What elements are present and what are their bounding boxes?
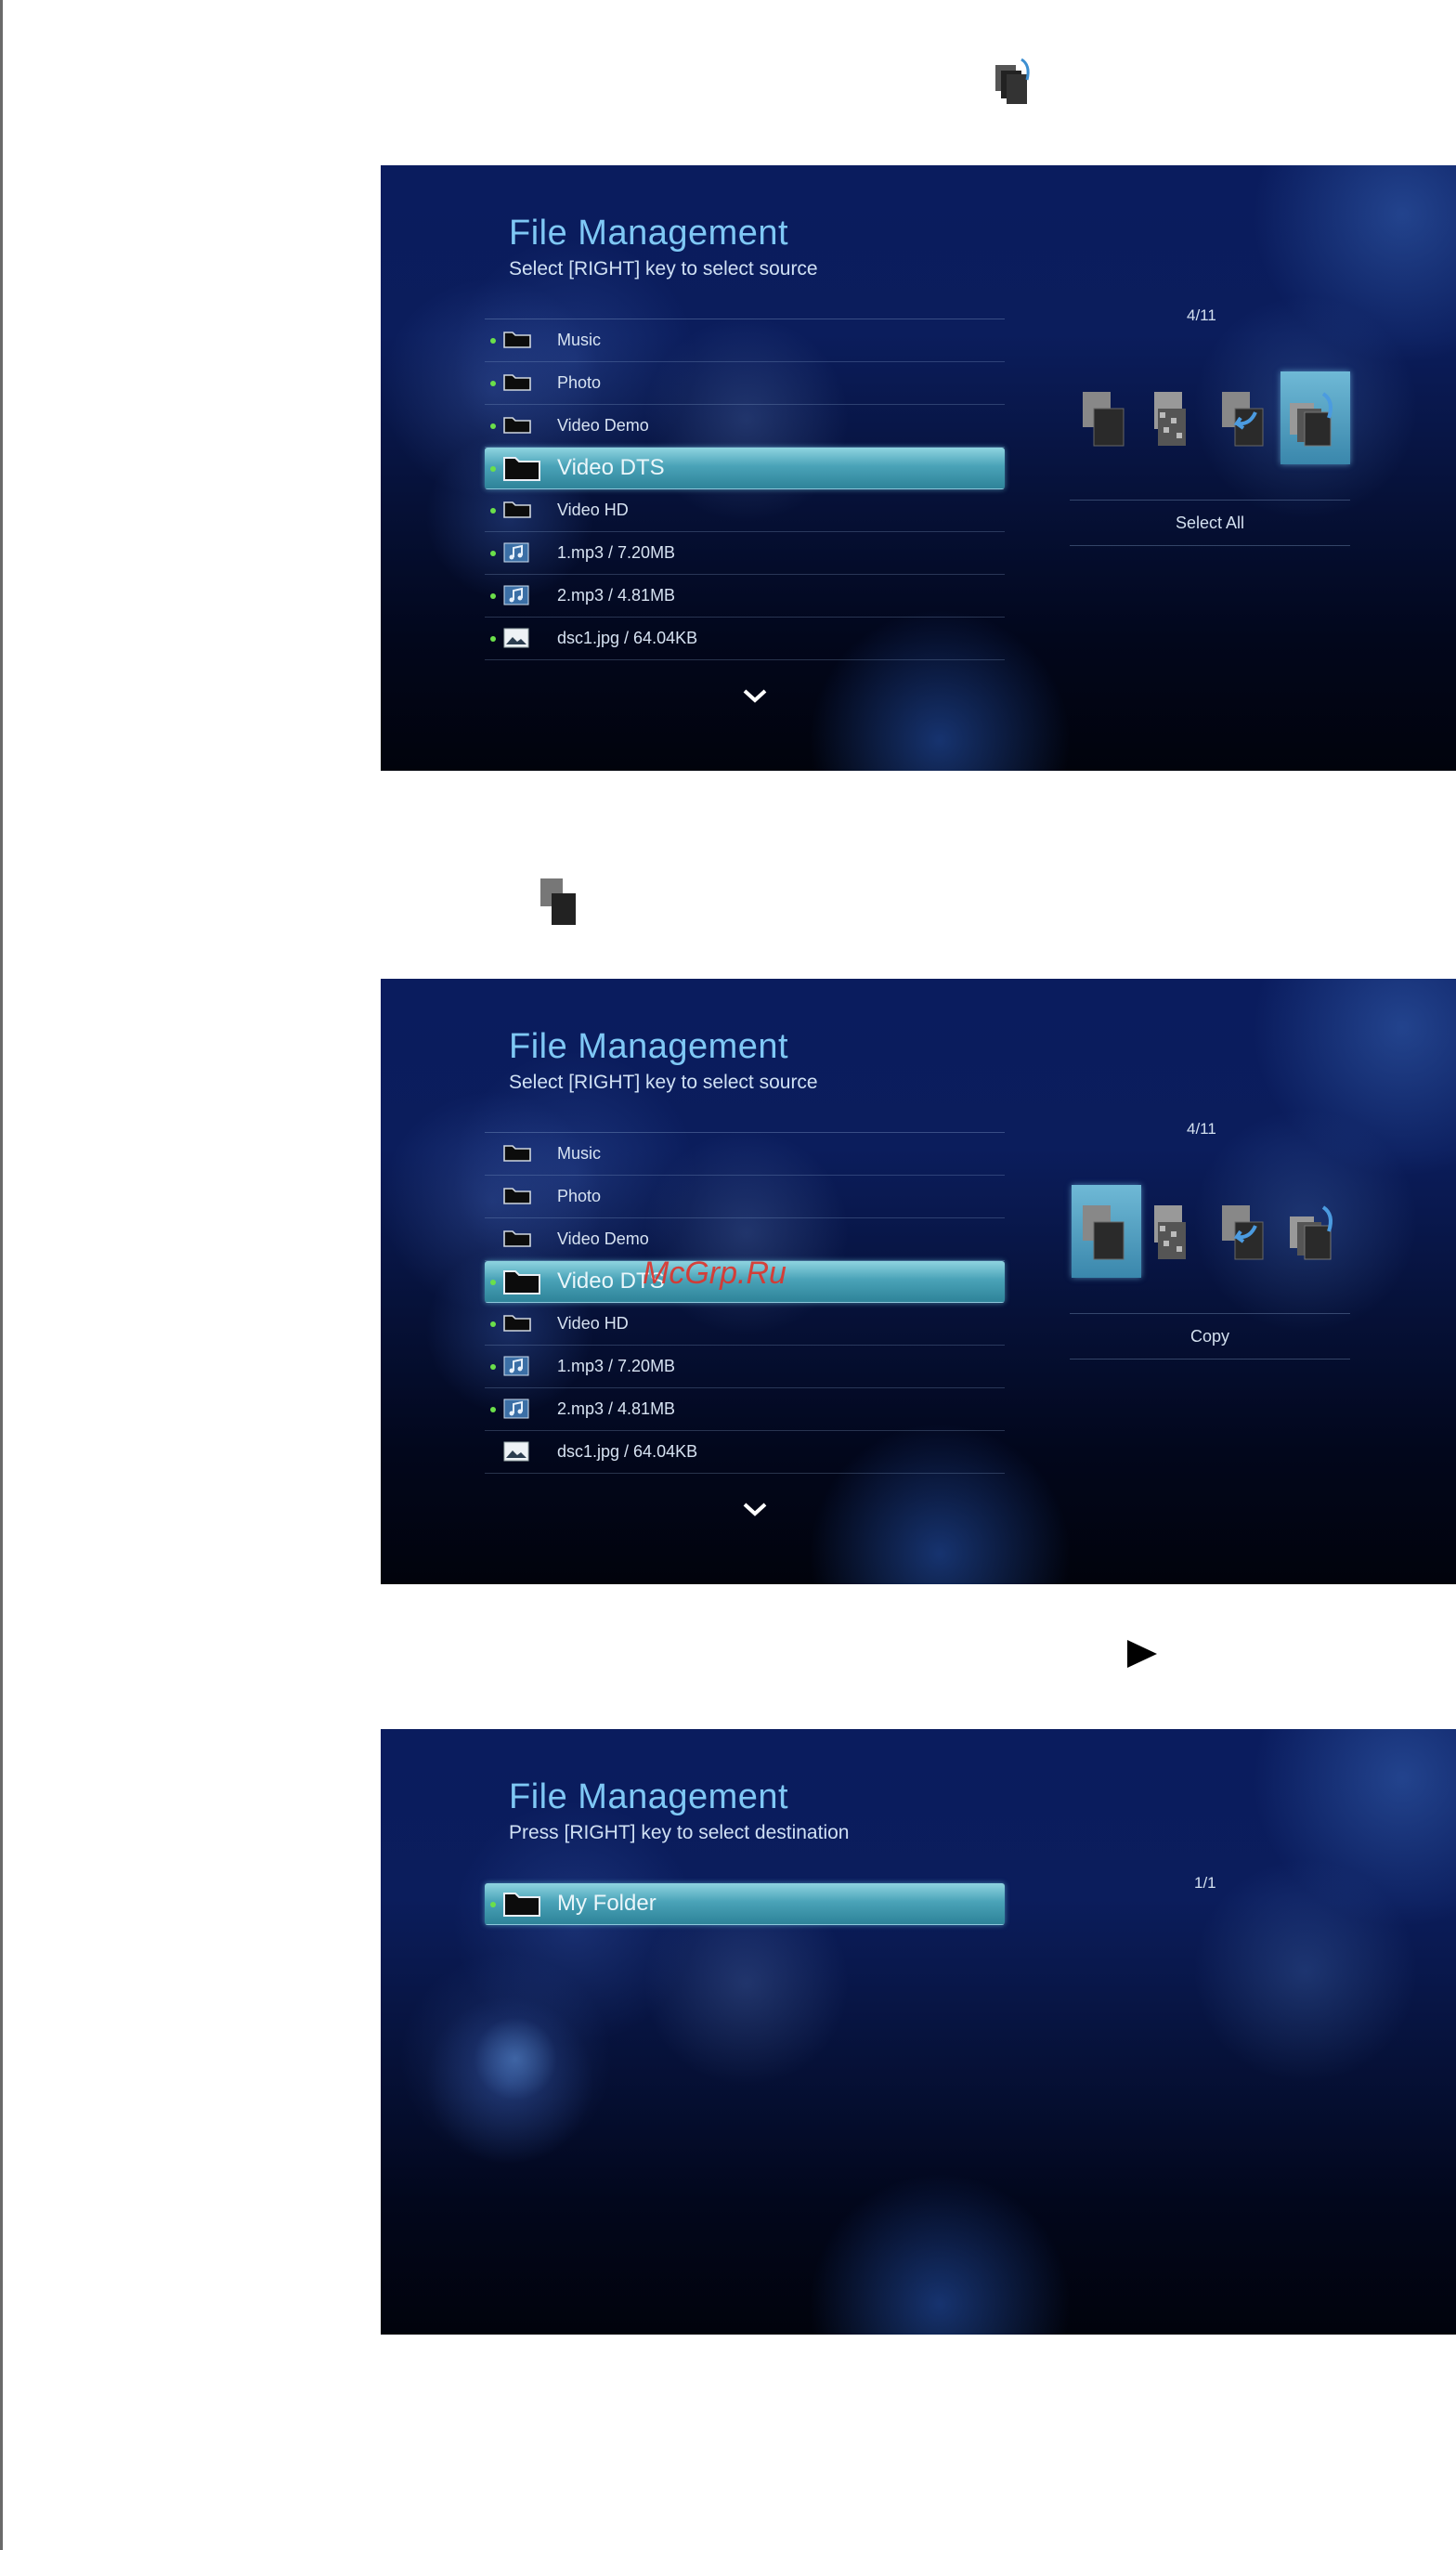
move-action-button[interactable] <box>1211 371 1280 464</box>
check-dot <box>490 593 496 599</box>
photo-file-icon <box>503 1441 529 1466</box>
file-list: Music Photo Video Demo Video DTS Video H… <box>485 1132 1005 1474</box>
folder-icon <box>503 1143 531 1166</box>
page-count: 4/11 <box>1187 1120 1216 1138</box>
action-label: Copy <box>1190 1326 1230 1346</box>
move-action-button[interactable] <box>1211 1185 1280 1278</box>
file-label: Photo <box>557 1187 602 1205</box>
music-file-icon <box>503 1399 529 1424</box>
file-row-2mp3[interactable]: 2.mp3 / 4.81MB <box>485 575 1005 618</box>
folder-icon <box>503 1186 531 1209</box>
file-label: dsc1.jpg / 64.04KB <box>557 1442 698 1461</box>
file-label: Video HD <box>557 501 629 519</box>
page-count: 4/11 <box>1187 306 1216 324</box>
folder-icon <box>503 1313 531 1336</box>
page-count: 1/1 <box>1194 1874 1216 1892</box>
file-label: 1.mp3 / 7.20MB <box>557 543 676 562</box>
folder-icon <box>503 500 531 523</box>
screen-subtitle: Press [RIGHT] key to select destination <box>509 1822 850 1843</box>
file-row-photo[interactable]: Photo <box>485 362 1005 405</box>
file-list: Music Photo Video Demo Video DTS Video H… <box>485 319 1005 660</box>
file-row-video-dts-selected[interactable]: Video DTS <box>485 448 1005 489</box>
file-row-music[interactable]: Music <box>485 1133 1005 1176</box>
page-left-rule <box>0 0 3 2550</box>
file-label: 2.mp3 / 4.81MB <box>557 586 676 605</box>
screen-title: File Management <box>509 1027 789 1066</box>
play-arrow-icon <box>1125 1638 1159 1670</box>
folder-icon <box>503 330 531 353</box>
tv-screen-select-destination: File Management Press [RIGHT] key to sel… <box>381 1729 1456 2335</box>
check-dot <box>490 1280 496 1285</box>
scroll-down-chevron-icon[interactable] <box>741 1501 769 1524</box>
file-label: 1.mp3 / 7.20MB <box>557 1357 676 1375</box>
copy-files-icon <box>539 877 581 929</box>
music-file-icon <box>503 1356 529 1381</box>
copy-action-button[interactable] <box>1072 1185 1141 1278</box>
copy-action-button[interactable] <box>1072 371 1141 464</box>
select-all-action-button[interactable] <box>1280 371 1350 464</box>
file-label: Video Demo <box>557 416 649 435</box>
file-label: dsc1.jpg / 64.04KB <box>557 629 698 647</box>
folder-icon <box>503 372 531 396</box>
delete-action-button[interactable] <box>1141 1185 1211 1278</box>
check-dot <box>490 1407 496 1412</box>
file-row-photo[interactable]: Photo <box>485 1176 1005 1218</box>
action-bar <box>1072 371 1350 464</box>
folder-list: My Folder <box>485 1883 1005 1925</box>
action-label-panel: Select All <box>1070 500 1350 546</box>
action-bar <box>1072 1185 1350 1278</box>
folder-icon <box>503 455 540 486</box>
folder-row-my-folder-selected[interactable]: My Folder <box>485 1883 1005 1925</box>
screen-subtitle: Select [RIGHT] key to select source <box>509 1072 818 1093</box>
watermark: McGrp.Ru <box>643 1255 786 1291</box>
file-label: Photo <box>557 373 602 392</box>
file-row-video-hd[interactable]: Video HD <box>485 1303 1005 1346</box>
file-label: Video DTS <box>557 455 665 480</box>
file-row-video-demo[interactable]: Video Demo <box>485 405 1005 448</box>
check-dot <box>490 338 496 344</box>
file-row-1mp3[interactable]: 1.mp3 / 7.20MB <box>485 1346 1005 1388</box>
file-row-1mp3[interactable]: 1.mp3 / 7.20MB <box>485 532 1005 575</box>
file-label: 2.mp3 / 4.81MB <box>557 1399 676 1418</box>
check-dot <box>490 1321 496 1327</box>
file-row-music[interactable]: Music <box>485 319 1005 362</box>
check-dot <box>490 508 496 514</box>
check-dot <box>490 551 496 556</box>
screen-title: File Management <box>509 1777 789 1816</box>
check-dot <box>490 1364 496 1370</box>
check-dot <box>490 636 496 642</box>
file-label: Video Demo <box>557 1229 649 1248</box>
file-row-video-hd[interactable]: Video HD <box>485 489 1005 532</box>
folder-icon <box>503 1891 540 1921</box>
check-dot <box>490 466 496 472</box>
file-row-dsc1jpg[interactable]: dsc1.jpg / 64.04KB <box>485 618 1005 660</box>
scroll-down-chevron-icon[interactable] <box>741 687 769 710</box>
tv-screen-select-all: File Management Select [RIGHT] key to se… <box>381 165 1456 771</box>
action-label: Select All <box>1175 513 1245 532</box>
photo-file-icon <box>503 628 529 653</box>
select-all-action-button[interactable] <box>1280 1185 1350 1278</box>
file-label: Video HD <box>557 1314 629 1333</box>
action-label-panel: Copy <box>1070 1313 1350 1360</box>
select-all-icon <box>994 58 1036 106</box>
folder-icon <box>503 1268 540 1299</box>
file-row-dsc1jpg[interactable]: dsc1.jpg / 64.04KB <box>485 1431 1005 1474</box>
music-file-icon <box>503 542 529 567</box>
check-dot <box>490 1902 496 1907</box>
tv-screen-copy: File Management Select [RIGHT] key to se… <box>381 979 1456 1584</box>
screen-subtitle: Select [RIGHT] key to select source <box>509 258 818 280</box>
file-row-2mp3[interactable]: 2.mp3 / 4.81MB <box>485 1388 1005 1431</box>
file-label: Music <box>557 1144 602 1163</box>
file-label: Music <box>557 331 602 349</box>
folder-icon <box>503 1229 531 1252</box>
folder-icon <box>503 415 531 438</box>
check-dot <box>490 423 496 429</box>
check-dot <box>490 381 496 386</box>
screen-title: File Management <box>509 214 789 253</box>
music-file-icon <box>503 585 529 610</box>
delete-action-button[interactable] <box>1141 371 1211 464</box>
folder-label: My Folder <box>557 1891 656 1916</box>
